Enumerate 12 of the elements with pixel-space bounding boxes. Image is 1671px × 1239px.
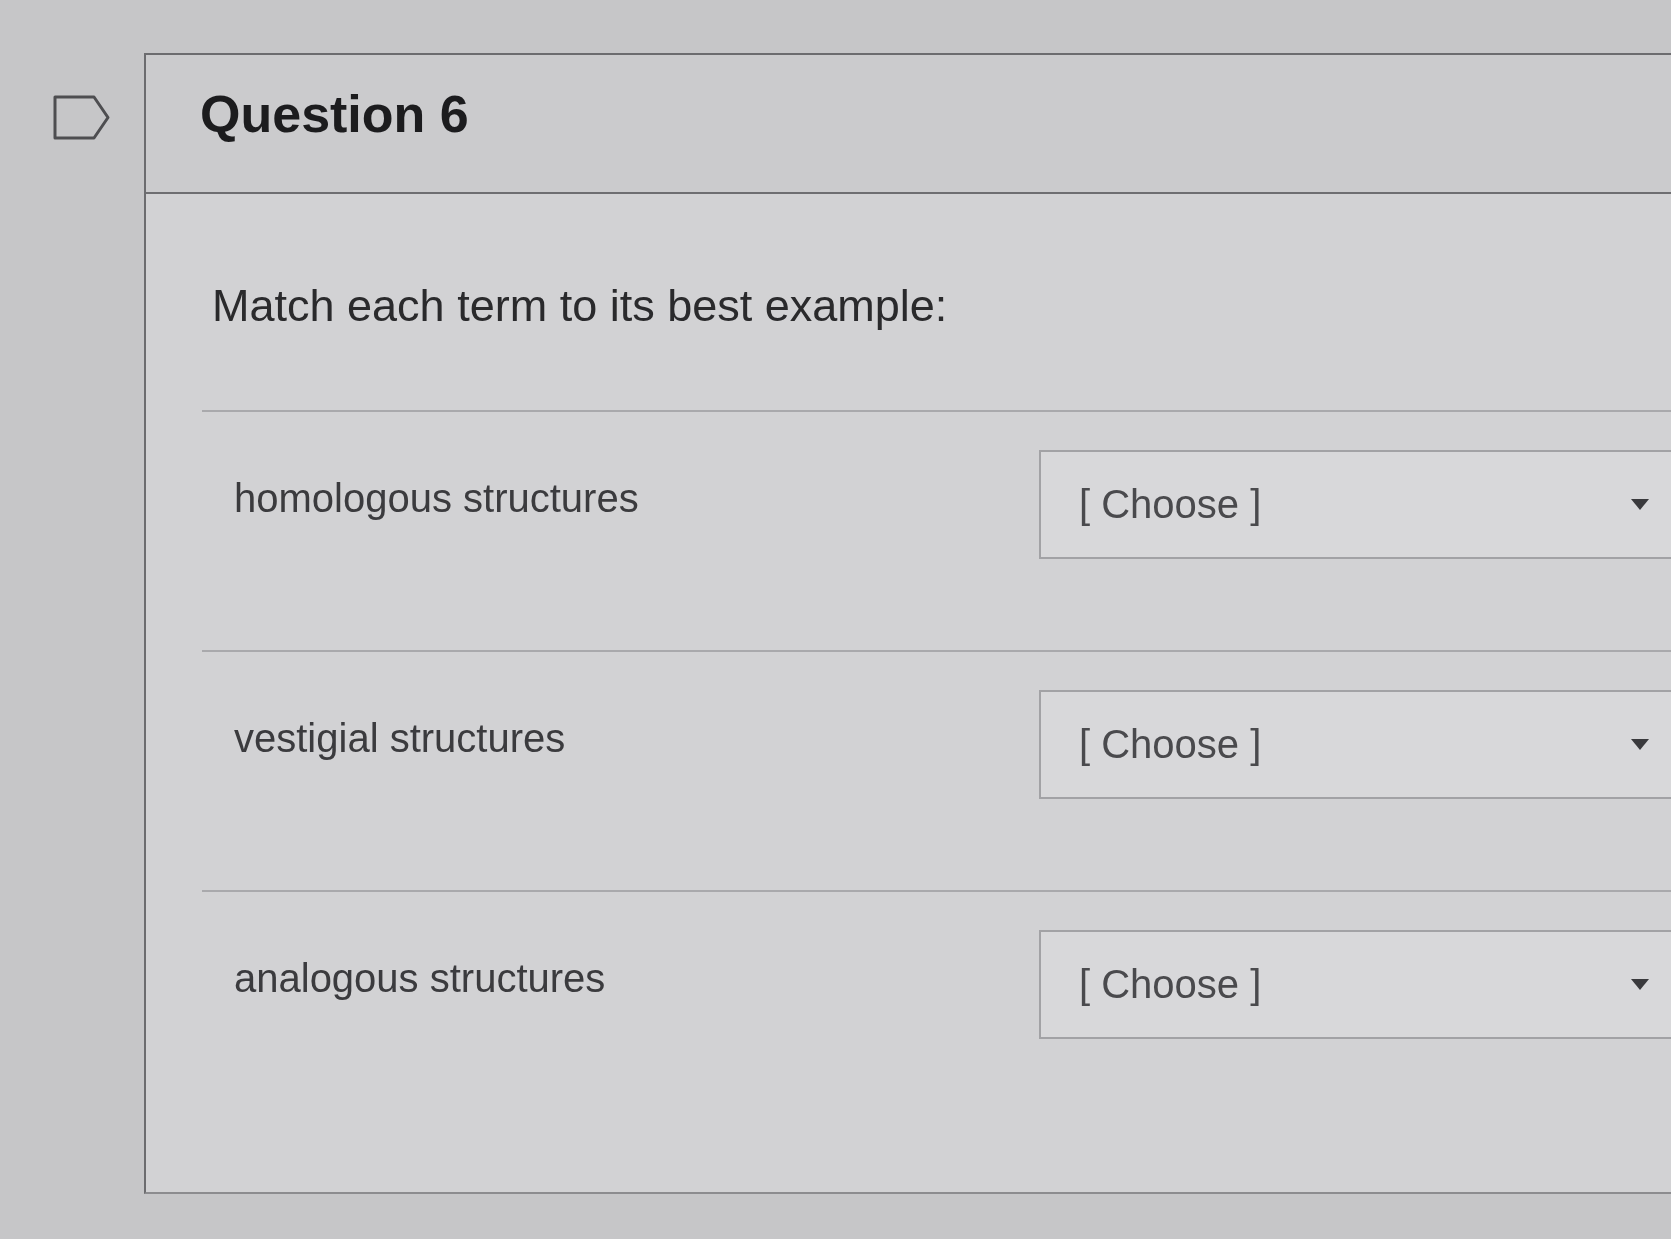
answer-dropdown[interactable]: [ Choose ]: [1039, 690, 1671, 799]
match-term: vestigial structures: [233, 715, 566, 761]
tag-icon[interactable]: [53, 95, 110, 140]
caret-icon: [1631, 739, 1649, 750]
answer-dropdown[interactable]: [ Choose ]: [1039, 930, 1671, 1039]
question-prompt: Match each term to its best example:: [212, 280, 949, 332]
match-term: homologous structures: [233, 475, 639, 521]
caret-icon: [1631, 979, 1649, 990]
caret-icon: [1631, 499, 1649, 510]
question-title: Question 6: [200, 84, 469, 145]
answer-dropdown[interactable]: [ Choose ]: [1039, 450, 1671, 559]
match-term: analogous structures: [233, 955, 606, 1001]
